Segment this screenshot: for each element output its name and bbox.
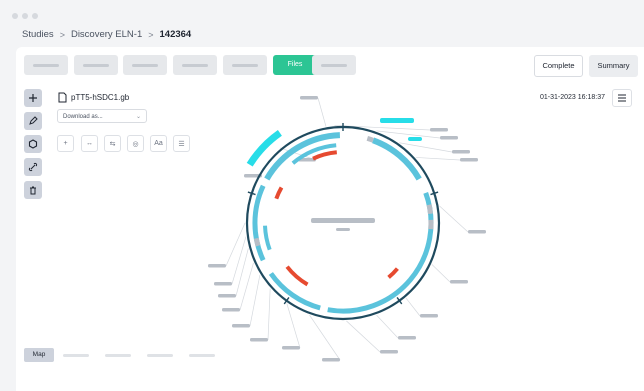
feature-label-placeholder bbox=[282, 346, 300, 350]
feature-label-placeholder bbox=[322, 358, 340, 362]
feature-label-placeholder bbox=[300, 96, 318, 100]
app-window: Studies > Discovery ELN-1 > 142364 Files… bbox=[0, 0, 644, 391]
feature-marker bbox=[366, 135, 374, 143]
label-leader-line bbox=[431, 264, 451, 283]
label-leader-line bbox=[405, 297, 421, 317]
feature-label-placeholder bbox=[214, 282, 232, 286]
feature-label-placeholder bbox=[430, 128, 448, 132]
feature-label-placeholder bbox=[468, 230, 486, 234]
feature-marker bbox=[426, 204, 433, 215]
feature-arc bbox=[252, 184, 266, 262]
feature-label-highlight bbox=[408, 137, 422, 141]
feature-label-highlight bbox=[380, 118, 414, 123]
label-leader-line bbox=[249, 274, 261, 327]
label-leader-line bbox=[317, 97, 327, 127]
feature-label-placeholder bbox=[250, 338, 268, 342]
label-leader-line bbox=[225, 222, 246, 267]
feature-label-placeholder bbox=[420, 314, 438, 318]
feature-arc bbox=[327, 192, 434, 314]
feature-label-placeholder bbox=[232, 324, 250, 328]
feature-arc bbox=[372, 137, 422, 181]
label-leader-line bbox=[239, 262, 254, 311]
plasmid-size-placeholder bbox=[336, 228, 350, 231]
orf-arc bbox=[387, 267, 399, 279]
feature-label-placeholder bbox=[440, 136, 458, 140]
feature-label-placeholder bbox=[450, 280, 468, 284]
feature-arc bbox=[268, 272, 321, 311]
feature-label-placeholder bbox=[380, 350, 398, 354]
label-leader-line bbox=[309, 314, 341, 361]
feature-label-placeholder bbox=[208, 264, 226, 268]
feature-label-placeholder bbox=[398, 336, 416, 340]
orf-arc bbox=[285, 265, 309, 287]
label-leader-line bbox=[439, 205, 469, 233]
feature-label-placeholder bbox=[460, 158, 478, 162]
label-leader-line bbox=[235, 248, 249, 297]
orf-arc bbox=[312, 150, 338, 161]
label-leader-line bbox=[286, 303, 301, 349]
feature-arc bbox=[263, 225, 272, 251]
feature-label-placeholder bbox=[222, 308, 240, 312]
label-leader-line bbox=[376, 314, 399, 339]
label-leader-line bbox=[267, 288, 271, 341]
plasmid-name-placeholder bbox=[311, 218, 375, 223]
feature-arc-highlight bbox=[246, 130, 282, 167]
orf-arc bbox=[274, 186, 284, 200]
feature-label-placeholder bbox=[452, 150, 470, 154]
plasmid-map[interactable] bbox=[0, 0, 644, 391]
label-leader-line bbox=[415, 157, 461, 161]
label-leader-line bbox=[346, 320, 381, 353]
feature-marker bbox=[253, 237, 261, 247]
label-leader-line bbox=[231, 236, 247, 285]
feature-label-placeholder bbox=[218, 294, 236, 298]
